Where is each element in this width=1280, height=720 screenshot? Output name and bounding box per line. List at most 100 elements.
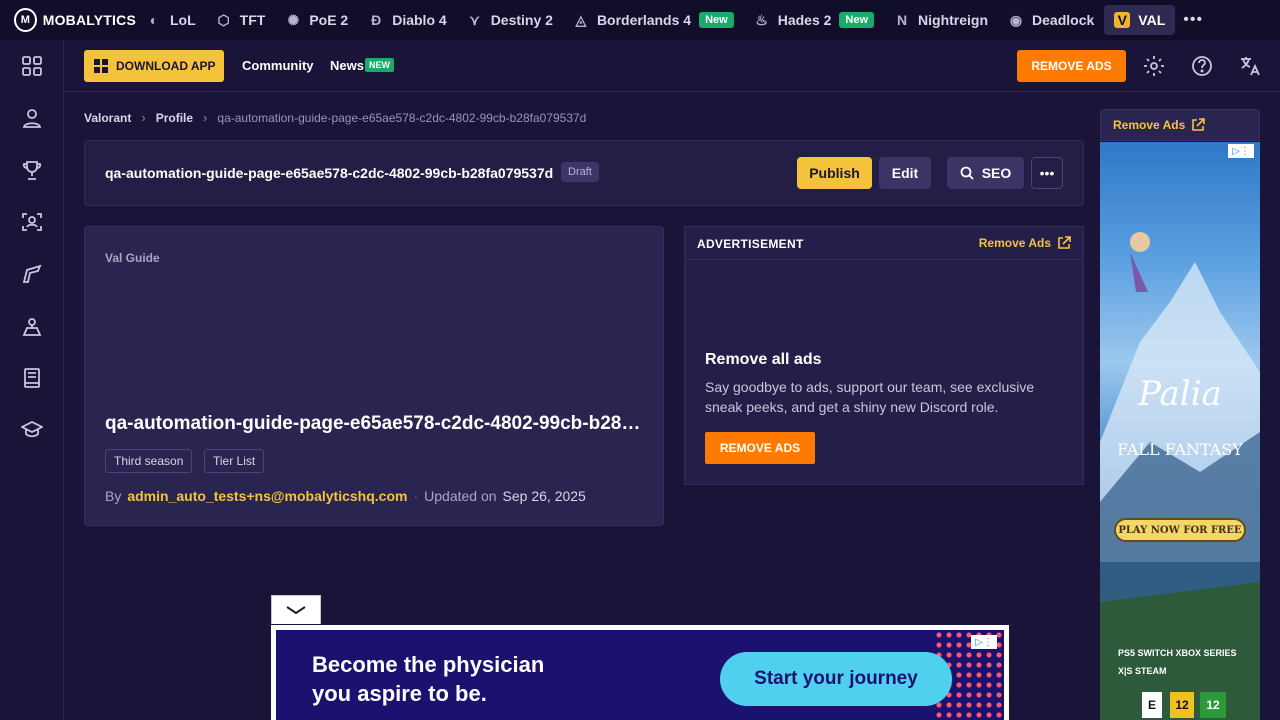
fall-fantasy-title: FALL FANTASY xyxy=(1117,440,1243,459)
status-badge: Draft xyxy=(561,162,599,182)
news-link[interactable]: News xyxy=(330,58,364,73)
game-tab-deadlock[interactable]: ◉ Deadlock xyxy=(998,5,1104,35)
search-icon xyxy=(960,166,974,180)
remove-all-ads-title: Remove all ads xyxy=(705,351,822,368)
borderlands-icon: ◬ xyxy=(575,11,587,28)
game-tab-diablo4[interactable]: Ɖ Diablo 4 xyxy=(358,5,456,35)
nightreign-icon: N xyxy=(896,12,908,28)
game-tab-valorant[interactable]: V VAL xyxy=(1104,5,1176,35)
rail-remove-ads-link[interactable]: Remove Ads xyxy=(1100,109,1260,141)
remove-all-ads-description: Say goodbye to ads, support our team, se… xyxy=(705,379,1035,415)
game-tab-nightreign[interactable]: N Nightreign xyxy=(884,5,998,35)
deadlock-icon: ◉ xyxy=(1009,11,1023,28)
trophy-icon[interactable] xyxy=(20,158,44,182)
hades-icon: ♨ xyxy=(755,11,768,28)
news-new-badge: NEW xyxy=(365,58,394,72)
new-badge: New xyxy=(699,12,734,28)
download-app-label: DOWNLOAD APP xyxy=(116,59,216,73)
usk-rating-badge: 12 xyxy=(1200,692,1226,718)
sub-header: DOWNLOAD APP Community News NEW REMOVE A… xyxy=(64,40,1280,92)
platform-logos: PS5 SWITCH XBOX SERIES X|S STEAM xyxy=(1118,648,1237,676)
game-tab-destiny2[interactable]: ⋎ Destiny 2 xyxy=(457,5,563,35)
game-tab-label: Hades 2 xyxy=(777,12,832,28)
updated-date: Sep 26, 2025 xyxy=(502,488,586,504)
download-app-button[interactable]: DOWNLOAD APP xyxy=(84,50,224,82)
tag-third-season[interactable]: Third season xyxy=(105,449,193,473)
game-tab-label: Destiny 2 xyxy=(490,12,553,28)
more-games-icon[interactable]: ••• xyxy=(1183,11,1203,29)
language-translate-icon[interactable] xyxy=(1238,54,1262,78)
seo-label: SEO xyxy=(981,165,1012,181)
agent-scan-icon[interactable] xyxy=(20,210,44,234)
ad-headline: Become the physician you aspire to be. xyxy=(312,650,544,708)
breadcrumb-current-page: qa-automation-guide-page-e65ae578-c2dc-4… xyxy=(217,110,587,125)
game-tab-label: VAL xyxy=(1138,12,1166,28)
guide-category: Val Guide xyxy=(105,251,160,265)
game-tab-borderlands4[interactable]: ◬ Borderlands 4 New xyxy=(563,5,744,35)
game-tab-label: LoL xyxy=(170,12,196,28)
game-tab-label: Diablo 4 xyxy=(392,12,447,28)
author-link[interactable]: admin_auto_tests+ns@mobalyticshq.com xyxy=(127,488,407,504)
education-cap-icon[interactable] xyxy=(20,418,44,442)
sidebar xyxy=(0,40,64,720)
publish-button[interactable]: Publish xyxy=(797,157,872,189)
guide-title-bar: qa-automation-guide-page-e65ae578-c2dc-4… xyxy=(84,140,1084,206)
advertisement-header: ADVERTISEMENT Remove Ads xyxy=(685,227,1083,260)
external-link-icon xyxy=(1058,236,1071,249)
page-title: qa-automation-guide-page-e65ae578-c2dc-4… xyxy=(105,165,554,181)
mountain-illustration xyxy=(1100,232,1260,720)
ad-headline-line-2: you aspire to be. xyxy=(312,681,487,706)
adchoices-icon[interactable]: ▷⋮ xyxy=(971,635,997,649)
pegi-rating-badge: 12 xyxy=(1170,692,1194,718)
help-icon[interactable] xyxy=(1190,54,1214,78)
game-tab-lol[interactable]: ◐ LoL xyxy=(136,5,206,35)
play-now-button[interactable]: PLAY NOW FOR FREE xyxy=(1114,518,1246,542)
community-link[interactable]: Community xyxy=(242,58,314,73)
mobalytics-logo-icon: M xyxy=(14,8,37,32)
adchoices-icon[interactable]: ▷⋮ xyxy=(1228,144,1254,158)
destiny-icon: ⋎ xyxy=(469,11,480,28)
remove-ads-link[interactable]: Remove Ads xyxy=(979,236,1071,250)
remove-ads-button[interactable]: REMOVE ADS xyxy=(705,432,815,464)
esrb-rating-badge: E xyxy=(1142,692,1162,718)
game-tab-label: Deadlock xyxy=(1032,12,1095,28)
palia-logo: Palia xyxy=(1138,374,1222,414)
more-options-icon[interactable]: ••• xyxy=(1031,157,1063,189)
new-badge: New xyxy=(839,12,875,28)
game-tab-hades2[interactable]: ♨ Hades 2 New xyxy=(744,5,884,35)
brand-logo[interactable]: M MOBALYTICS xyxy=(0,8,136,32)
diablo-icon: Ɖ xyxy=(371,12,382,28)
breadcrumb-valorant[interactable]: Valorant xyxy=(84,111,131,125)
advertisement-label: ADVERTISEMENT xyxy=(697,237,804,251)
brand-name: MOBALYTICS xyxy=(42,12,136,28)
game-tab-tft[interactable]: ⬡ TFT xyxy=(206,5,276,35)
tag-tier-list[interactable]: Tier List xyxy=(204,449,265,473)
external-link-icon xyxy=(1192,118,1206,131)
ad-cta-button[interactable]: Start your journey xyxy=(720,652,952,706)
guide-card[interactable]: Val Guide qa-automation-guide-page-e65ae… xyxy=(84,226,664,526)
game-tab-label: Nightreign xyxy=(918,12,989,28)
map-icon[interactable] xyxy=(20,314,44,338)
advertisement-card: ADVERTISEMENT Remove Ads Remove all ads … xyxy=(684,226,1084,485)
settings-gear-icon[interactable] xyxy=(1142,54,1166,78)
guides-book-icon[interactable] xyxy=(20,366,44,390)
game-tab-poe2[interactable]: ✺ PoE 2 xyxy=(275,5,358,35)
edit-button[interactable]: Edit xyxy=(879,157,931,189)
poe-icon: ✺ xyxy=(287,11,300,28)
updated-label: Updated on xyxy=(424,488,497,504)
apps-grid-icon[interactable] xyxy=(20,54,44,78)
rail-remove-ads-label: Remove Ads xyxy=(1113,118,1186,132)
remove-ads-header-button[interactable]: REMOVE ADS xyxy=(1017,50,1126,82)
guide-title[interactable]: qa-automation-guide-page-e65ae578-c2dc-4… xyxy=(105,413,645,435)
guide-byline: By admin_auto_tests+ns@mobalyticshq.com … xyxy=(105,488,586,504)
weapon-icon[interactable] xyxy=(20,262,44,286)
skyscraper-ad[interactable]: ▷⋮ Palia FALL FANTASY PLAY NOW FOR FREE … xyxy=(1100,142,1260,720)
breadcrumb-profile[interactable]: Profile xyxy=(156,111,193,125)
seo-button[interactable]: SEO xyxy=(947,157,1024,189)
valorant-icon: V xyxy=(1114,12,1131,28)
collapse-ad-chevron-down-icon[interactable] xyxy=(271,595,321,624)
lol-icon: ◐ xyxy=(149,12,159,28)
chevron-right-icon: › xyxy=(141,110,146,125)
bottom-banner-ad[interactable]: Become the physician you aspire to be. S… xyxy=(271,625,1009,720)
profile-icon[interactable] xyxy=(20,106,44,130)
